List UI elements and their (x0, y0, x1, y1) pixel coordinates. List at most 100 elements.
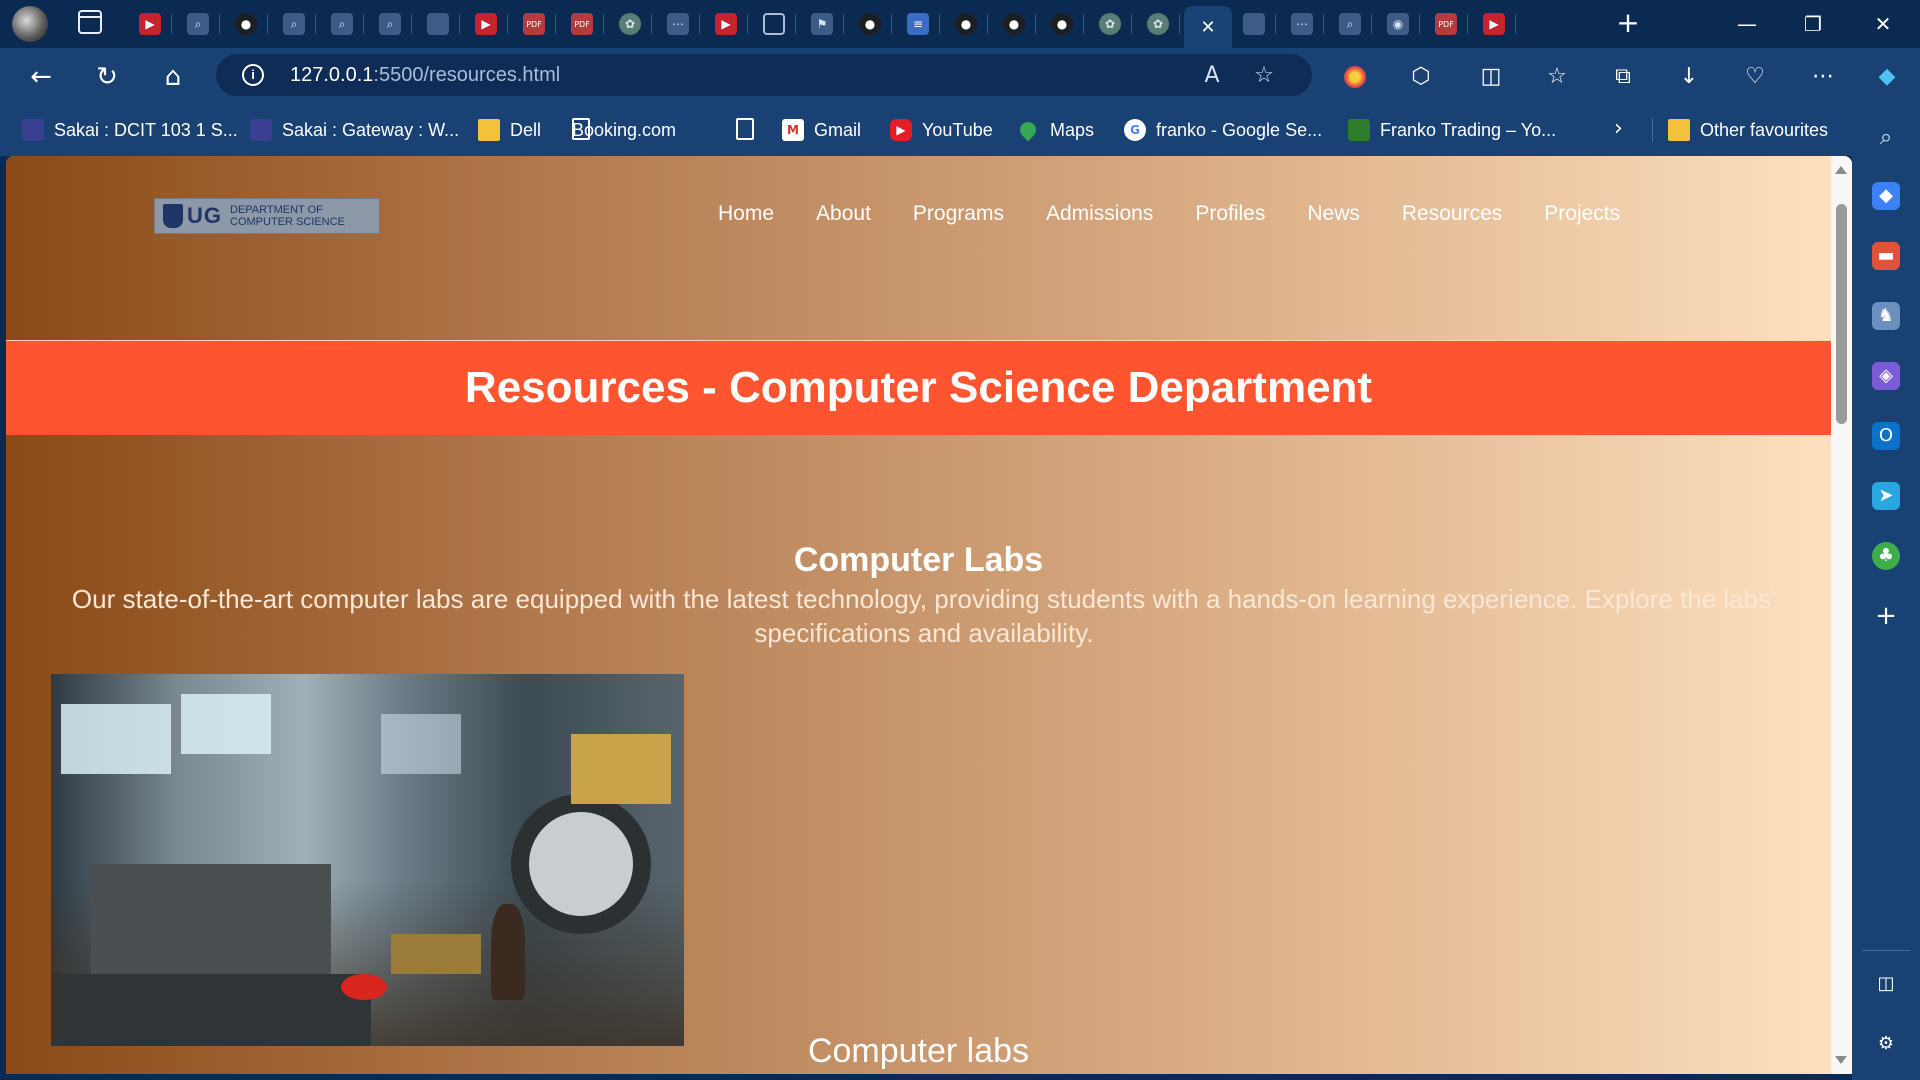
browser-tab[interactable]: ⚑ (800, 6, 844, 42)
tab-separator (1515, 14, 1516, 34)
minimize-button[interactable]: — (1724, 8, 1770, 40)
bookmark-franko[interactable]: Franko Trading – Yo... (1348, 118, 1556, 142)
browser-tab[interactable]: ⋯ (1280, 6, 1324, 42)
microsoft-365-icon[interactable]: ◈ (1872, 362, 1900, 390)
nav-admissions[interactable]: Admissions (1046, 202, 1153, 226)
browser-tab[interactable]: PDF (1424, 6, 1468, 42)
browser-tab[interactable]: ✿ (608, 6, 652, 42)
browser-tab[interactable]: ◉ (1376, 6, 1420, 42)
close-window-button[interactable]: ✕ (1860, 8, 1906, 40)
bookmark-label: YouTube (922, 119, 993, 140)
browser-tab[interactable]: ≡ (896, 6, 940, 42)
bookmark-sakai-gateway[interactable]: Sakai : Gateway : W... (250, 118, 459, 142)
browser-tab[interactable] (416, 6, 460, 42)
browser-tab[interactable]: ⌕ (320, 6, 364, 42)
site-navigation: Home About Programs Admissions Profiles … (718, 202, 1662, 226)
browser-tab[interactable]: ▶ (464, 6, 508, 42)
send-icon[interactable]: ➤ (1872, 482, 1900, 510)
nav-programs[interactable]: Programs (913, 202, 1004, 226)
browser-tab[interactable]: ⋯ (656, 6, 700, 42)
nav-resources[interactable]: Resources (1402, 202, 1502, 226)
restore-button[interactable]: ❐ (1790, 8, 1836, 40)
back-button[interactable]: ← (24, 60, 58, 94)
sidebar-settings-icon[interactable]: ⚙ (1872, 1030, 1900, 1058)
bookmark-maps[interactable]: Maps (1016, 118, 1094, 142)
copilot-icon[interactable]: ◆ (1870, 60, 1904, 94)
nav-profiles[interactable]: Profiles (1195, 202, 1265, 226)
games-icon[interactable]: ♞ (1872, 302, 1900, 330)
url-text[interactable]: 127.0.0.1:5500/resources.html (290, 64, 560, 87)
downloads-icon[interactable]: ↓ (1672, 60, 1706, 94)
bookmark-other-favourites[interactable]: Other favourites (1668, 118, 1828, 142)
scrollbar-thumb[interactable] (1836, 204, 1847, 424)
bookmark-gmail[interactable]: M Gmail (782, 118, 861, 142)
page-scrollbar[interactable] (1831, 156, 1852, 1074)
new-tab-button[interactable]: + (1612, 8, 1644, 40)
refresh-button[interactable]: ↻ (90, 60, 124, 94)
tab-separator (1419, 14, 1420, 34)
tab-separator (1083, 14, 1084, 34)
scroll-up-icon[interactable] (1835, 166, 1847, 174)
bookmark-dell[interactable]: Dell (478, 118, 541, 142)
browser-tab[interactable] (1232, 6, 1276, 42)
browser-tab[interactable]: ● (944, 6, 988, 42)
flag-icon: ⚑ (811, 13, 833, 35)
nav-home[interactable]: Home (718, 202, 774, 226)
search-icon[interactable]: ⌕ (1872, 124, 1900, 152)
split-screen-icon[interactable]: ◫ (1474, 60, 1508, 94)
add-icon[interactable]: + (1872, 602, 1900, 630)
tools-icon[interactable]: ▬ (1872, 242, 1900, 270)
extensions-icon[interactable]: ⬡ (1404, 60, 1438, 94)
shopping-tag-icon[interactable]: ◆ (1872, 182, 1900, 210)
address-bar[interactable]: i 127.0.0.1:5500/resources.html A ☆ (216, 54, 1312, 96)
browser-essentials-icon[interactable]: ♡ (1738, 60, 1772, 94)
close-tab-icon[interactable]: ✕ (1200, 17, 1215, 38)
tab-actions-menu-icon[interactable] (78, 10, 102, 34)
bookmark-google-search[interactable]: Gfranko - Google Se... (1124, 118, 1322, 142)
browser-tab[interactable]: ⌕ (176, 6, 220, 42)
notes-icon: ≡ (907, 13, 929, 35)
tree-icon[interactable]: ♣ (1872, 542, 1900, 570)
browser-tab[interactable]: ▶ (1472, 6, 1516, 42)
bookmark-booking[interactable]: Booking.com (572, 118, 676, 142)
read-aloud-icon[interactable]: A (1198, 62, 1226, 90)
home-button[interactable]: ⌂ (156, 60, 190, 94)
tab-separator (1323, 14, 1324, 34)
profile-avatar[interactable] (12, 6, 48, 42)
hide-sidebar-icon[interactable]: ◫ (1872, 970, 1900, 998)
image-caption: Computer labs (807, 1032, 1030, 1070)
tab-separator (1467, 14, 1468, 34)
browser-tab[interactable]: ✿ (1088, 6, 1132, 42)
nav-projects[interactable]: Projects (1544, 202, 1620, 226)
outlook-icon[interactable]: O (1872, 422, 1900, 450)
favorite-star-icon[interactable]: ☆ (1250, 62, 1278, 90)
browser-tab[interactable]: ⌕ (368, 6, 412, 42)
browser-tab[interactable]: ● (992, 6, 1036, 42)
department-logo[interactable]: UG DEPARTMENT OF COMPUTER SCIENCE (154, 198, 380, 234)
browser-tab[interactable]: ● (224, 6, 268, 42)
browser-tab[interactable]: ✿ (1136, 6, 1180, 42)
browser-tab[interactable]: ⌕ (1328, 6, 1372, 42)
browser-tab[interactable]: PDF (512, 6, 556, 42)
settings-more-icon[interactable]: ⋯ (1806, 60, 1840, 94)
chatgpt-icon: ✿ (1147, 13, 1169, 35)
favorites-icon[interactable]: ☆ (1540, 60, 1574, 94)
nav-news[interactable]: News (1307, 202, 1360, 226)
browser-tab[interactable]: ● (1040, 6, 1084, 42)
extension-colorful-icon[interactable] (1338, 60, 1372, 94)
browser-tab[interactable]: ● (848, 6, 892, 42)
browser-tab[interactable]: PDF (560, 6, 604, 42)
active-tab[interactable]: ✕ (1184, 6, 1232, 48)
bookmark-sakai-dcit[interactable]: Sakai : DCIT 103 1 S... (22, 118, 238, 142)
sidebar-divider (1862, 950, 1910, 951)
chevron-right-icon[interactable]: › (1614, 116, 1623, 141)
browser-tab[interactable] (752, 6, 796, 42)
nav-about[interactable]: About (816, 202, 871, 226)
bookmark-youtube[interactable]: ▶ YouTube (890, 118, 993, 142)
scroll-down-icon[interactable] (1835, 1056, 1847, 1064)
browser-tab[interactable]: ⌕ (272, 6, 316, 42)
collections-icon[interactable]: ⧉ (1606, 60, 1640, 94)
browser-tab[interactable]: ▶ (128, 6, 172, 42)
browser-tab[interactable]: ▶ (704, 6, 748, 42)
site-info-icon[interactable]: i (242, 64, 264, 86)
